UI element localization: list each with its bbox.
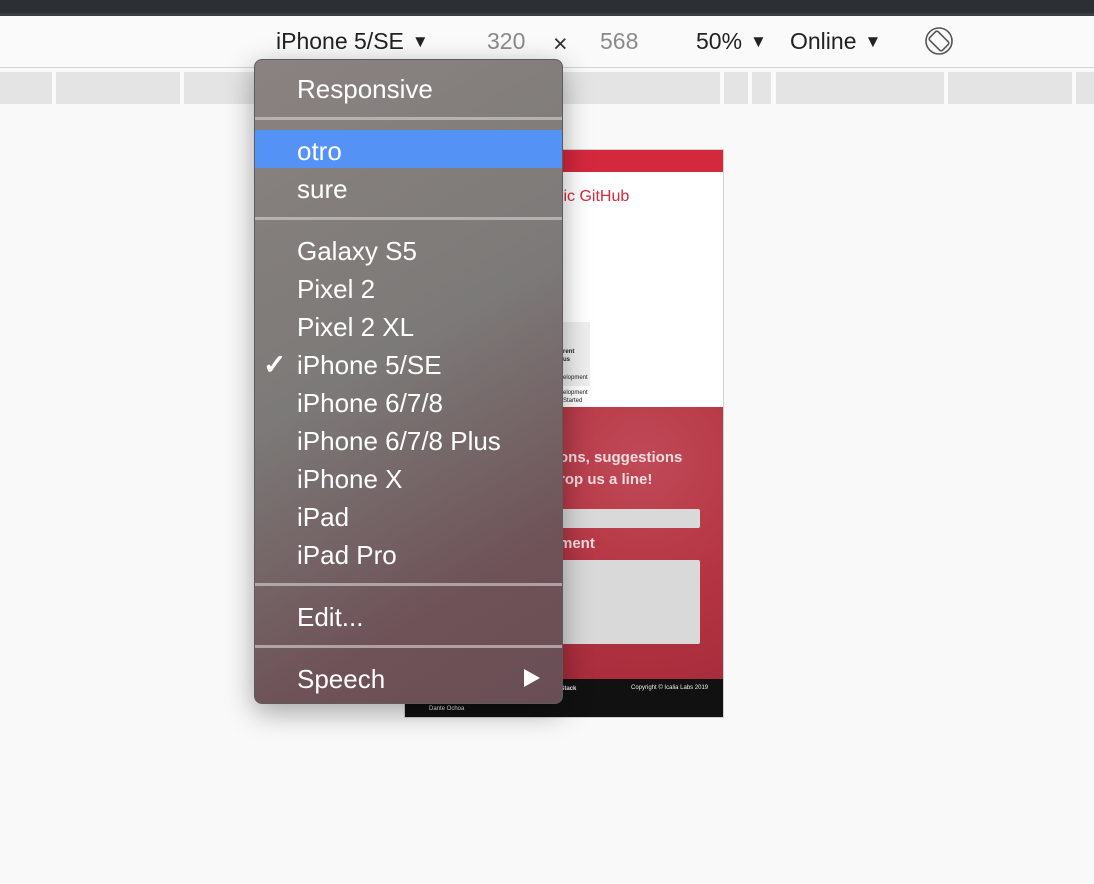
card-title: us <box>563 357 571 363</box>
device-dropdown-menu: Responsive otro sure Galaxy S5 Pixel 2 P… <box>254 59 563 704</box>
menu-item-label: iPhone X <box>297 464 403 494</box>
card-title: rent <box>563 349 575 355</box>
menu-item-label: iPad <box>297 502 350 532</box>
menu-item-label: Pixel 2 <box>297 274 376 304</box>
zoom-selector[interactable]: 50% ▼ <box>696 28 767 55</box>
chevron-down-icon: ▼ <box>411 32 429 51</box>
menu-item-ipad[interactable]: iPad <box>255 496 562 534</box>
zoom-selector-label: 50% <box>696 28 743 54</box>
menu-separator <box>255 117 562 120</box>
ruler-segment[interactable] <box>563 72 720 104</box>
footer-copyright: Copyright © Icalia Labs 2019 <box>631 685 709 691</box>
contact-email-field[interactable] <box>559 509 700 528</box>
ruler-segment[interactable] <box>776 72 944 104</box>
menu-item-responsive[interactable]: Responsive <box>255 68 562 106</box>
card-text: elopment <box>563 390 588 396</box>
menu-separator <box>255 217 562 220</box>
menu-item-galaxy-s5[interactable]: Galaxy S5 <box>255 230 562 268</box>
menu-item-iphone-x[interactable]: iPhone X <box>255 458 562 496</box>
menu-item-label: Galaxy S5 <box>297 236 417 266</box>
ruler-segment[interactable] <box>948 72 1072 104</box>
ruler-segment[interactable] <box>184 72 254 104</box>
chevron-down-icon: ▼ <box>750 32 767 51</box>
ruler-segment[interactable] <box>0 72 52 104</box>
contact-heading-line: rop us a line! <box>559 471 653 488</box>
ruler-segment[interactable] <box>724 72 748 104</box>
menu-item-label: iPhone 5/SE <box>297 350 442 380</box>
menu-item-sure[interactable]: sure <box>255 168 562 206</box>
menu-item-iphone-6-7-8-plus[interactable]: iPhone 6/7/8 Plus <box>255 420 562 458</box>
menu-item-label: Edit... <box>297 602 364 632</box>
height-input[interactable]: 568 <box>600 28 638 55</box>
network-selector[interactable]: Online ▼ <box>790 28 881 55</box>
menu-item-label: iPad Pro <box>297 540 397 570</box>
window-top-strip <box>0 0 1094 16</box>
submenu-arrow-icon <box>524 669 540 687</box>
menu-item-label: iPhone 6/7/8 <box>297 388 444 418</box>
card-text: elopment <box>563 375 588 381</box>
width-input[interactable]: 320 <box>487 28 525 55</box>
device-selector-label: iPhone 5/SE <box>276 28 404 54</box>
menu-item-pixel-2-xl[interactable]: Pixel 2 XL <box>255 306 562 344</box>
dimension-times-icon: × <box>553 30 568 58</box>
network-selector-label: Online <box>790 28 857 54</box>
ruler-segment[interactable] <box>752 72 771 104</box>
menu-separator <box>255 583 562 586</box>
checkmark-icon: ✓ <box>263 349 287 380</box>
menu-item-label: iPhone 6/7/8 Plus <box>297 426 501 456</box>
ruler-segment[interactable] <box>1076 72 1094 104</box>
contact-heading-line: ons, suggestions <box>559 449 683 466</box>
comment-textarea[interactable] <box>559 560 700 644</box>
card-text: Started <box>563 398 583 404</box>
menu-item-label: Speech <box>297 664 386 694</box>
menu-item-iphone-5-se[interactable]: ✓ iPhone 5/SE <box>255 344 562 382</box>
menu-separator <box>255 645 562 648</box>
contact-heading: ons, suggestions rop us a line! <box>559 447 682 491</box>
menu-item-speech[interactable]: Speech <box>255 658 562 696</box>
menu-item-label: Pixel 2 XL <box>297 312 415 342</box>
menu-item-edit[interactable]: Edit... <box>255 596 562 634</box>
device-selector[interactable]: iPhone 5/SE ▼ <box>276 28 429 55</box>
chevron-down-icon: ▼ <box>864 32 882 51</box>
footer-author: Dante Ochoa <box>429 706 465 712</box>
comment-label: ment <box>559 535 595 552</box>
menu-item-ipad-pro[interactable]: iPad Pro <box>255 534 562 572</box>
rotate-orientation-icon[interactable] <box>924 26 954 56</box>
menu-item-label: Responsive <box>297 74 433 104</box>
menu-item-iphone-6-7-8[interactable]: iPhone 6/7/8 <box>255 382 562 420</box>
menu-item-label: otro <box>297 136 342 166</box>
ruler-segment[interactable] <box>56 72 180 104</box>
menu-item-otro[interactable]: otro <box>255 130 562 168</box>
menu-item-pixel-2[interactable]: Pixel 2 <box>255 268 562 306</box>
menu-item-label: sure <box>297 174 348 204</box>
